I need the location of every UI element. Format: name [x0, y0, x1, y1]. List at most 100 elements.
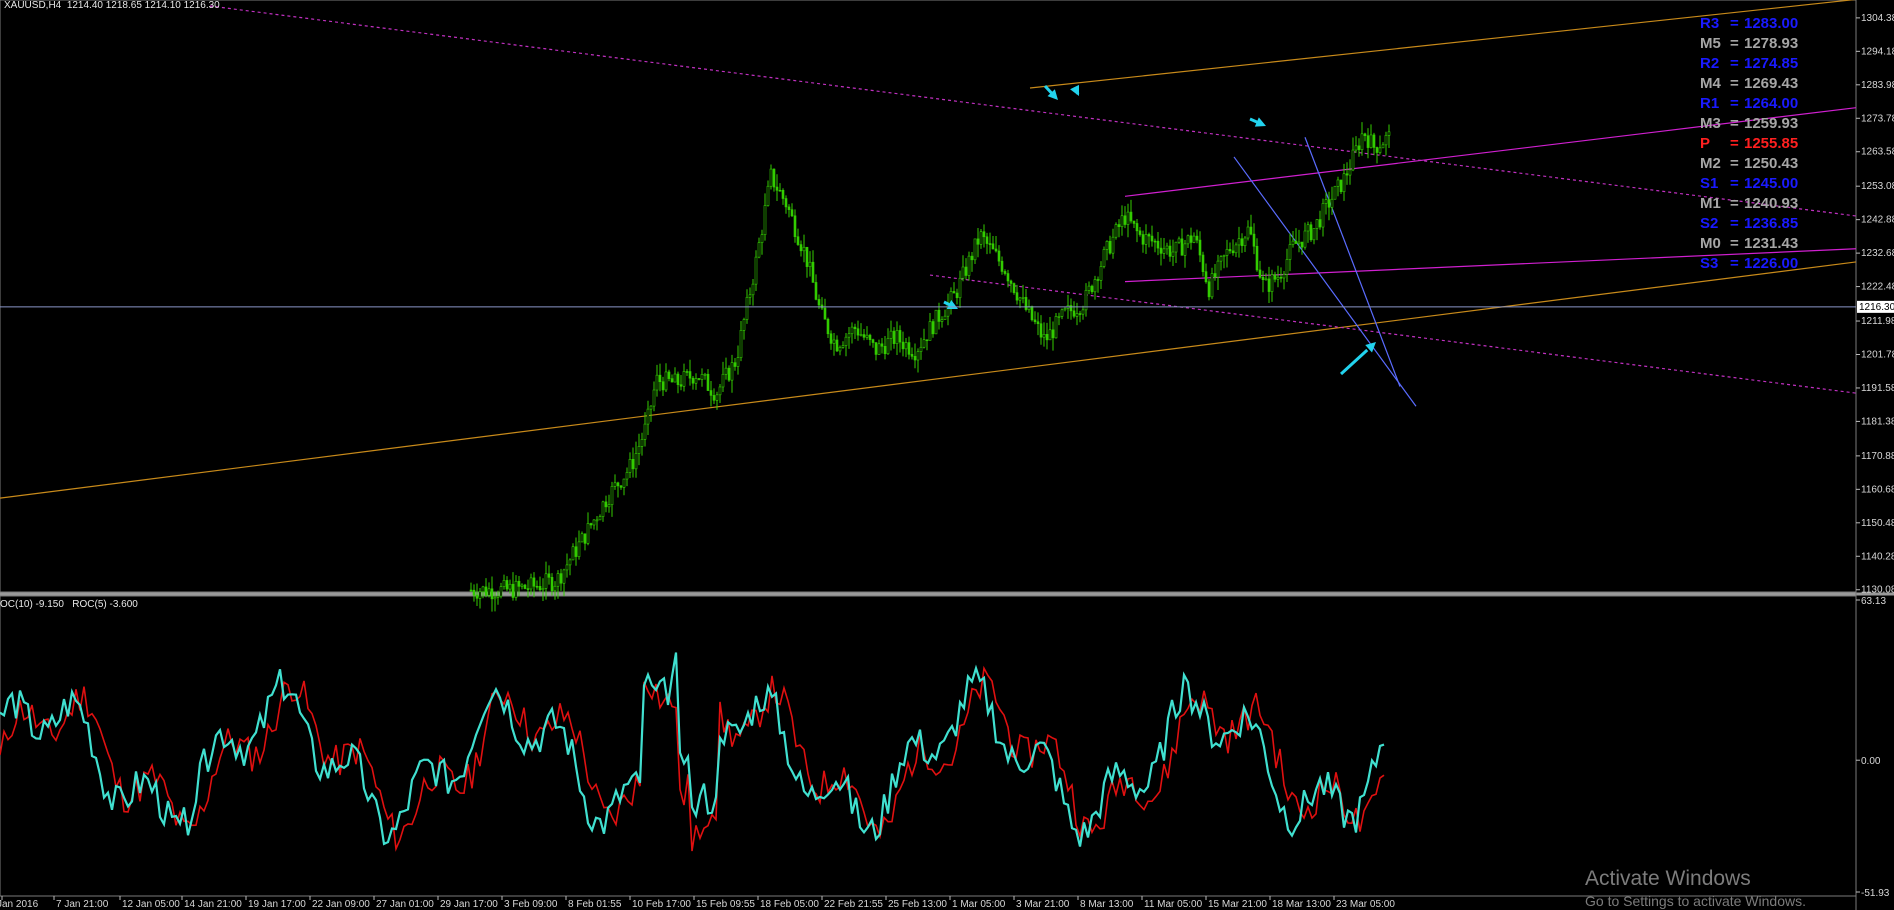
candle-body: [943, 315, 947, 320]
pivot-value: 1236.85: [1744, 215, 1799, 232]
price-tick-label: 1253.08: [1861, 181, 1894, 192]
candle-body: [802, 246, 806, 252]
pivot-row: M3 = 1259.93: [1700, 114, 1834, 134]
candle-body: [685, 371, 689, 373]
candle-body: [628, 459, 632, 473]
candle-body: [1132, 220, 1136, 224]
candle-body: [871, 339, 875, 343]
candle-body: [1252, 233, 1256, 247]
candle-body: [1048, 329, 1052, 341]
pivot-row: M1 = 1240.93: [1700, 194, 1834, 214]
price-tick-label: 1304.38: [1861, 13, 1894, 24]
candle-body: [913, 356, 917, 361]
candle-body: [547, 573, 551, 578]
price-tick-label: 1242.88: [1861, 215, 1894, 226]
candle-body: [580, 533, 584, 543]
candle-body: [880, 343, 884, 347]
candle-body: [496, 595, 500, 598]
candle-body: [1264, 278, 1268, 281]
candle-body: [892, 330, 896, 344]
candle-body: [1159, 247, 1163, 254]
roc5-label: ROC(5) -3.600: [72, 599, 138, 610]
candle-body: [988, 243, 992, 245]
pivot-row: M2 = 1250.43: [1700, 154, 1834, 174]
candle-body: [1261, 276, 1265, 281]
candle-body: [757, 242, 761, 258]
pivot-name: M1: [1700, 195, 1721, 212]
candle-body: [1120, 215, 1124, 227]
candle-body: [904, 342, 908, 350]
pivot-equals: =: [1730, 75, 1739, 92]
candle-body: [1105, 241, 1109, 250]
time-tick-label: Jan 2016: [0, 899, 39, 910]
candle-body: [1321, 203, 1325, 228]
candle-body: [1198, 239, 1202, 256]
price-tick-label: 1211.98: [1861, 316, 1894, 327]
time-tick-label: 10 Feb 17:00: [632, 899, 691, 910]
candle-body: [1189, 235, 1193, 243]
candle-body: [730, 362, 734, 381]
candle-body: [886, 338, 890, 355]
candle-body: [865, 334, 869, 338]
candle-body: [790, 209, 794, 217]
candle-body: [955, 292, 959, 299]
candle-body: [760, 234, 764, 243]
candle-body: [475, 594, 479, 599]
candle-body: [724, 367, 728, 375]
candle-body: [688, 371, 692, 379]
time-tick-label: 3 Feb 09:00: [504, 899, 558, 910]
candle-body: [517, 580, 521, 587]
candle-body: [514, 580, 518, 598]
candle-body: [1231, 250, 1235, 254]
candle-body: [1111, 236, 1115, 254]
candle-body: [1195, 235, 1199, 241]
candle-body: [889, 330, 893, 339]
candle-body: [1270, 274, 1274, 292]
candle-body: [1144, 234, 1148, 245]
time-tick-label: 18 Feb 05:00: [760, 899, 819, 910]
candle-body: [979, 231, 983, 245]
candle-body: [1177, 238, 1181, 243]
candle-body: [1012, 283, 1016, 293]
candle-body: [631, 459, 635, 470]
candle-body: [826, 318, 830, 335]
candle-body: [1366, 135, 1370, 148]
candle-body: [1075, 313, 1079, 317]
candle-body: [766, 185, 770, 206]
candle-body: [748, 294, 752, 298]
candle-body: [769, 168, 773, 187]
pivot-name: M5: [1700, 35, 1721, 52]
candle-body: [1219, 256, 1223, 262]
candle-body: [1354, 145, 1358, 151]
candle-body: [775, 186, 779, 191]
candle-body: [1255, 245, 1259, 271]
candle-body: [577, 541, 581, 557]
candle-body: [1276, 276, 1280, 280]
candle-body: [1222, 255, 1226, 257]
candle-body: [703, 373, 707, 376]
candle-body: [1300, 241, 1304, 248]
price-tick-label: 1201.78: [1861, 349, 1894, 360]
candle-body: [700, 374, 704, 380]
candle-body: [487, 588, 491, 596]
candle-body: [607, 504, 611, 508]
candle-body: [682, 371, 686, 387]
symbol-header: XAUUSD,H4 1214.40 1218.65 1214.10 1216.3…: [4, 0, 220, 11]
candle-body: [805, 246, 809, 267]
time-tick-label: 12 Jan 05:00: [122, 899, 180, 910]
time-tick-label: 23 Mar 05:00: [1336, 899, 1395, 910]
candle-body: [553, 585, 557, 592]
candle-body: [841, 345, 845, 348]
candle-body: [1180, 238, 1184, 256]
chart-background: [0, 0, 1894, 910]
candle-body: [601, 501, 605, 517]
candle-body: [1093, 279, 1097, 293]
candle-body: [469, 589, 473, 592]
candle-body: [493, 597, 497, 600]
candle-body: [1135, 223, 1139, 232]
symbol-label: XAUUSD,H4: [4, 0, 62, 11]
candle-body: [697, 378, 701, 380]
pivot-value: 1226.00: [1744, 255, 1799, 272]
candle-body: [1297, 241, 1301, 244]
candle-body: [964, 266, 968, 276]
